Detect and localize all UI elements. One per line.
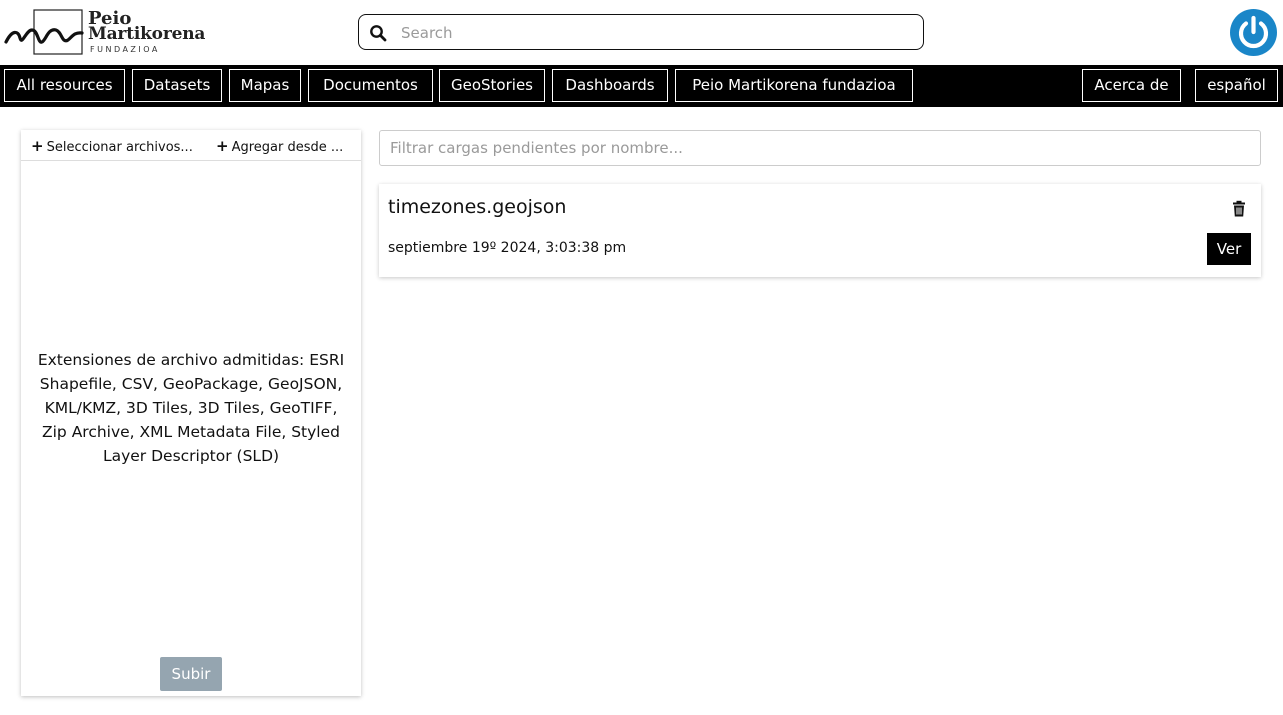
language-selector[interactable]: español xyxy=(1195,69,1278,102)
nav-mapas[interactable]: Mapas xyxy=(229,69,301,102)
nav-all-resources[interactable]: All resources xyxy=(4,69,125,102)
filter-pending-input[interactable] xyxy=(379,130,1261,166)
upload-toolbar: + Seleccionar archivos... + Agregar desde … xyxy=(21,130,361,161)
nav-datasets[interactable]: Datasets xyxy=(132,69,222,102)
search-input[interactable] xyxy=(401,21,901,45)
plus-icon: + xyxy=(31,137,44,155)
nav-dashboards[interactable]: Dashboards xyxy=(552,69,668,102)
view-upload-button[interactable]: Ver xyxy=(1207,233,1251,265)
select-files-button[interactable]: + Seleccionar archivos... xyxy=(31,137,201,155)
power-icon xyxy=(1238,15,1269,49)
select-files-label: Seleccionar archivos... xyxy=(46,140,193,155)
nav-acerca-de[interactable]: Acerca de xyxy=(1082,69,1181,102)
submit-upload-button[interactable]: Subir xyxy=(160,657,222,691)
user-menu-button[interactable] xyxy=(1230,9,1277,56)
logo[interactable]: Peio Martikorena FUNDAZIOA xyxy=(4,8,214,58)
logo-text-line2: Martikorena xyxy=(88,24,206,44)
search-bar xyxy=(358,14,924,50)
add-from-button[interactable]: + Agregar desde ... xyxy=(216,137,356,155)
logo-mark-icon xyxy=(4,9,84,55)
nav-peio-martikorena-fundazioa[interactable]: Peio Martikorena fundazioa xyxy=(675,69,913,102)
supported-extensions-text: Extensiones de archivo admitidas: ESRI S… xyxy=(37,351,345,465)
plus-icon: + xyxy=(216,137,229,155)
nav-documentos[interactable]: Documentos xyxy=(308,69,433,102)
upload-date: septiembre 19º 2024, 3:03:38 pm xyxy=(388,240,627,256)
upload-file-name: timezones.geojson xyxy=(388,196,567,218)
add-from-label: Agregar desde ... xyxy=(231,140,344,155)
nav-geostories[interactable]: GeoStories xyxy=(439,69,545,102)
pending-upload-card: timezones.geojson septiembre 19º 2024, 3… xyxy=(379,184,1261,277)
trash-icon[interactable] xyxy=(1231,200,1247,218)
logo-text-line3: FUNDAZIOA xyxy=(90,45,160,54)
header: Peio Martikorena FUNDAZIOA xyxy=(0,0,1283,65)
upload-panel: + Seleccionar archivos... + Agregar desde … xyxy=(21,130,361,696)
search-icon[interactable] xyxy=(369,24,387,42)
main-nav: All resources Datasets Mapas Documentos … xyxy=(0,65,1283,107)
